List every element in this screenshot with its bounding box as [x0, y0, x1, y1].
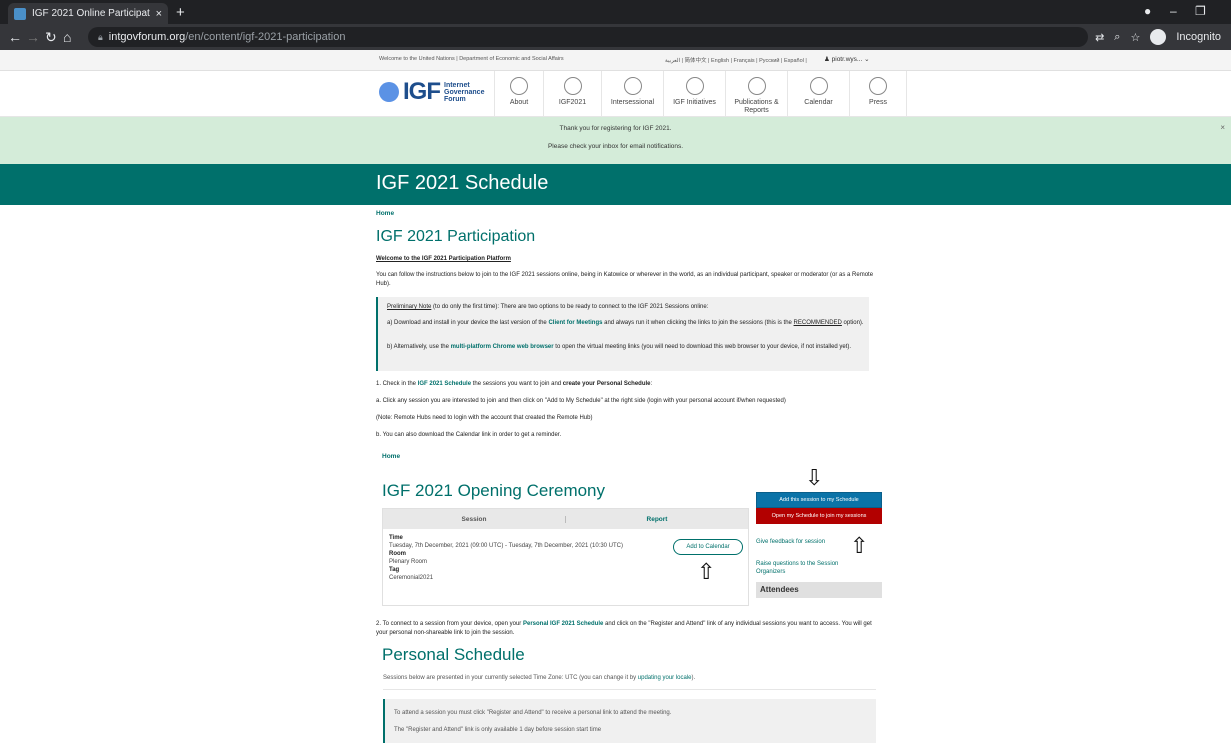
- profile-icon[interactable]: ●: [1144, 4, 1151, 18]
- option-a-text: a) Download and install in your device t…: [387, 320, 864, 326]
- client-for-meetings-link[interactable]: Client for Meetings: [548, 320, 602, 326]
- home-icon[interactable]: ⌂: [63, 29, 71, 45]
- logo-subtitle: Internet Governance Forum: [444, 81, 485, 103]
- star-icon[interactable]: ☆: [1130, 31, 1140, 44]
- url-host: intgovforum.org: [108, 31, 186, 43]
- participation-heading: IGF 2021 Participation: [376, 228, 536, 245]
- page-title: IGF 2021 Schedule: [376, 172, 549, 194]
- inner-breadcrumb[interactable]: Home: [382, 453, 400, 460]
- nav-calendar[interactable]: Calendar: [787, 71, 849, 117]
- preliminary-note-box: Preliminary Note (to do only the first t…: [376, 297, 869, 371]
- breadcrumb[interactable]: Home: [376, 210, 394, 217]
- personal-schedule-link[interactable]: Personal IGF 2021 Schedule: [523, 621, 603, 627]
- tag-value: Ceremonial2021: [389, 575, 434, 581]
- translate-icon[interactable]: ⇄: [1095, 31, 1104, 44]
- browser-tab-bar: IGF 2021 Online Participation | In × + ●…: [0, 0, 1231, 24]
- session-table: Session Report Time Tuesday, 7th Decembe…: [382, 508, 749, 606]
- step-a-text: a. Click any session you are interested …: [376, 398, 786, 404]
- notice-line-2: Please check your inbox for email notifi…: [547, 143, 684, 150]
- chrome-browser-link[interactable]: multi-platform Chrome web browser: [451, 344, 554, 350]
- main-nav: About IGF2021 Intersessional IGF Initiat…: [494, 71, 907, 117]
- page-title-bar: IGF 2021 Schedule: [0, 164, 1231, 205]
- session-table-header: Session Report: [383, 509, 748, 529]
- add-to-calendar-button[interactable]: Add to Calendar: [673, 539, 743, 555]
- arrow-down-icon: ⇩: [805, 465, 824, 490]
- browser-tab[interactable]: IGF 2021 Online Participation | In ×: [8, 3, 168, 24]
- tab-title: IGF 2021 Online Participation | In: [32, 8, 150, 19]
- new-tab-button[interactable]: +: [176, 4, 185, 21]
- arrow-up-icon: ⇧: [850, 533, 869, 558]
- info-icon: [510, 77, 528, 95]
- site-top-strip: Welcome to the United Nations | Departme…: [0, 50, 1231, 71]
- intro-text: You can follow the instructions below to…: [376, 272, 874, 287]
- divider: [383, 689, 876, 690]
- questions-link[interactable]: Raise questions to the Session Organizer…: [756, 560, 856, 576]
- open-schedule-button[interactable]: Open my Schedule to join my sessions: [756, 508, 882, 524]
- forward-icon[interactable]: →: [26, 29, 40, 45]
- welcome-heading: Welcome to the IGF 2021 Participation Pl…: [376, 256, 511, 262]
- tag-label: Tag: [389, 567, 400, 573]
- step-2-text: 2. To connect to a session from your dev…: [376, 621, 872, 636]
- nav-about[interactable]: About: [494, 71, 543, 117]
- nav-intersessional[interactable]: Intersessional: [601, 71, 663, 117]
- zoom-icon[interactable]: ⌕: [1114, 31, 1120, 44]
- nav-press[interactable]: Press: [849, 71, 907, 117]
- close-tab-icon[interactable]: ×: [156, 8, 162, 20]
- room-value: Plenary Room: [389, 559, 428, 565]
- calendar-icon: [563, 77, 582, 95]
- url-field[interactable]: 🔒︎ intgovforum.org/en/content/igf-2021-p…: [88, 27, 1088, 47]
- calendar-grid-icon: [809, 77, 828, 95]
- timezone-text: Sessions below are presented in your cur…: [383, 675, 696, 681]
- arrow-up-icon: ⇧: [697, 559, 716, 584]
- pen-icon: [623, 77, 642, 95]
- tab-session[interactable]: Session: [383, 515, 566, 523]
- attend-info-box: To attend a session you must click "Regi…: [383, 699, 876, 743]
- lock-icon: 🔒︎: [98, 31, 103, 42]
- incognito-label: Incognito: [1176, 31, 1221, 43]
- attend-note-2: The "Register and Attend" link is only a…: [394, 727, 602, 733]
- igf-schedule-link[interactable]: IGF 2021 Schedule: [418, 381, 471, 387]
- option-b-text: b) Alternatively, use the multi-platform…: [387, 344, 852, 350]
- attendees-header: Attendees: [756, 582, 882, 598]
- incognito-icon[interactable]: [1150, 29, 1167, 45]
- close-icon[interactable]: ×: [1220, 123, 1225, 132]
- document-icon: [747, 77, 766, 95]
- personal-schedule-heading: Personal Schedule: [382, 645, 525, 664]
- registration-notice: Thank you for registering for IGF 2021. …: [0, 117, 1231, 164]
- address-bar-row: ← → ↻ ⌂ 🔒︎ intgovforum.org/en/content/ig…: [0, 24, 1231, 50]
- notice-line-1: Thank you for registering for IGF 2021.: [559, 125, 672, 132]
- site-header: IGF Internet Governance Forum About IGF202…: [0, 71, 1231, 117]
- update-locale-link[interactable]: updating your locale: [638, 675, 692, 681]
- newspaper-icon: [869, 77, 887, 95]
- un-globe-icon: [379, 82, 399, 102]
- favicon-icon: [14, 7, 26, 20]
- add-to-schedule-button[interactable]: Add this session to my Schedule: [756, 492, 882, 508]
- language-selector[interactable]: العربية | 简体中文 | English | Français | Ру…: [665, 56, 807, 64]
- restore-button[interactable]: ❐: [1195, 4, 1206, 18]
- tab-report[interactable]: Report: [566, 516, 748, 523]
- nav-igf-initiatives[interactable]: IGF Initiatives: [663, 71, 725, 117]
- session-title: IGF 2021 Opening Ceremony: [382, 481, 606, 500]
- attend-note-1: To attend a session you must click "Regi…: [394, 710, 672, 716]
- nav-igf2021[interactable]: IGF2021: [543, 71, 601, 117]
- nav-publications[interactable]: Publications & Reports: [725, 71, 787, 117]
- bulb-icon: [685, 77, 704, 95]
- igf-logo[interactable]: IGF Internet Governance Forum: [379, 78, 484, 106]
- un-welcome-text[interactable]: Welcome to the United Nations | Departme…: [379, 56, 564, 62]
- session-details: Time Tuesday, 7th December, 2021 (09:00 …: [383, 529, 748, 587]
- user-menu[interactable]: ♟ piotr.wys... ⌄: [824, 55, 870, 63]
- logo-igf-text: IGF: [403, 78, 441, 105]
- step-b-text: b. You can also download the Calendar li…: [376, 432, 562, 438]
- reload-icon[interactable]: ↻: [45, 29, 57, 46]
- step-1-text: 1. Check in the IGF 2021 Schedule the se…: [376, 381, 653, 387]
- url-path: /en/content/igf-2021-participation: [185, 31, 346, 43]
- minimize-button[interactable]: –: [1170, 4, 1177, 18]
- remote-hub-note: (Note: Remote Hubs need to login with th…: [376, 415, 593, 421]
- back-icon[interactable]: ←: [8, 29, 22, 45]
- preliminary-note: Preliminary Note (to do only the first t…: [387, 304, 709, 310]
